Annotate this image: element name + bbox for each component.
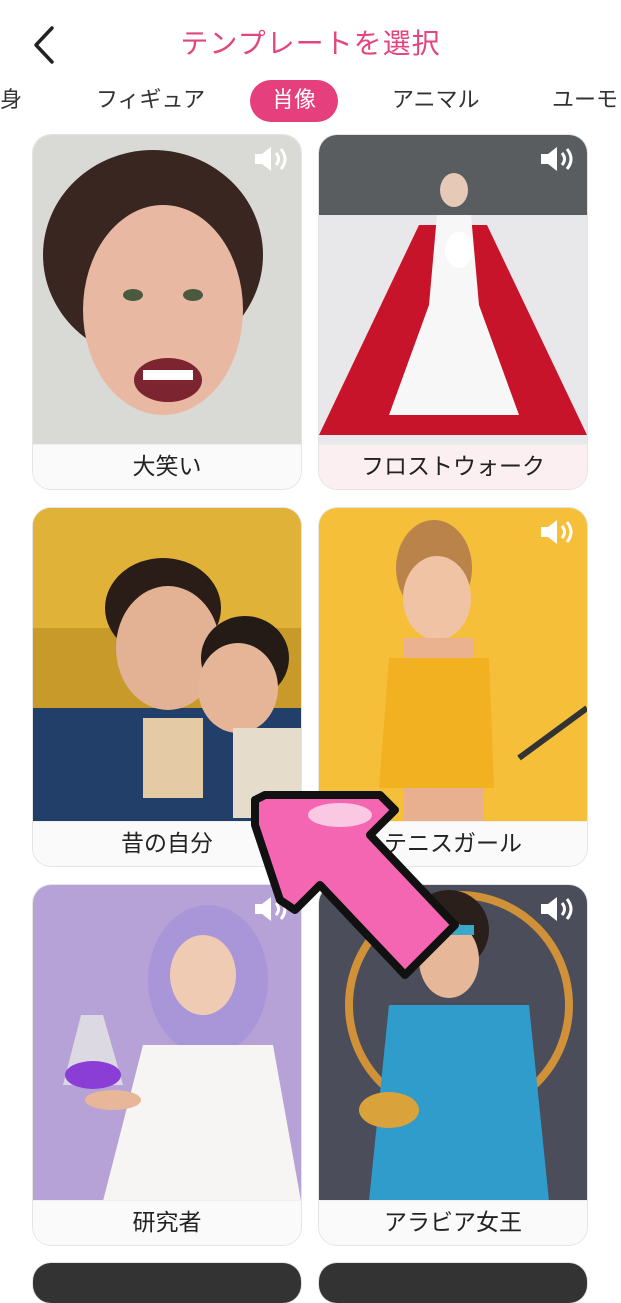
template-card[interactable]: テニスガール <box>319 508 587 866</box>
tab-figure[interactable]: フィギュア <box>96 80 205 122</box>
template-label: 研究者 <box>33 1200 301 1245</box>
template-label: 昔の自分 <box>33 821 301 866</box>
tab-portrait[interactable]: 肖像 <box>250 80 339 122</box>
sound-icon[interactable] <box>537 143 577 175</box>
template-card[interactable] <box>319 1263 587 1303</box>
category-tabs: 全身 フィギュア 肖像 アニマル ユーモ <box>0 78 621 126</box>
template-card[interactable]: 研究者 <box>33 885 301 1245</box>
template-card[interactable] <box>33 1263 301 1303</box>
template-label: テニスガール <box>319 821 587 866</box>
template-label: 大笑い <box>33 444 301 489</box>
template-thumbnail <box>33 885 301 1201</box>
template-card[interactable]: 大笑い <box>33 135 301 489</box>
tab-animal[interactable]: アニマル <box>392 80 480 122</box>
template-thumbnail <box>33 135 301 445</box>
tab-humor[interactable]: ユーモ <box>552 80 618 122</box>
template-thumbnail <box>319 135 587 445</box>
template-thumbnail <box>319 508 587 822</box>
sound-icon[interactable] <box>537 893 577 925</box>
template-label: フロストウォーク <box>319 444 587 489</box>
tab-full-body[interactable]: 全身 <box>0 80 22 122</box>
sound-icon[interactable] <box>251 893 291 925</box>
sound-icon[interactable] <box>537 516 577 548</box>
template-label: アラビア女王 <box>319 1200 587 1245</box>
page-title: テンプレートを選択 <box>180 27 441 60</box>
template-card[interactable]: アラビア女王 <box>319 885 587 1245</box>
template-card[interactable]: フロストウォーク <box>319 135 587 489</box>
template-thumbnail <box>319 885 587 1201</box>
template-thumbnail <box>33 508 301 822</box>
template-card[interactable]: 昔の自分 <box>33 508 301 866</box>
sound-icon[interactable] <box>251 143 291 175</box>
